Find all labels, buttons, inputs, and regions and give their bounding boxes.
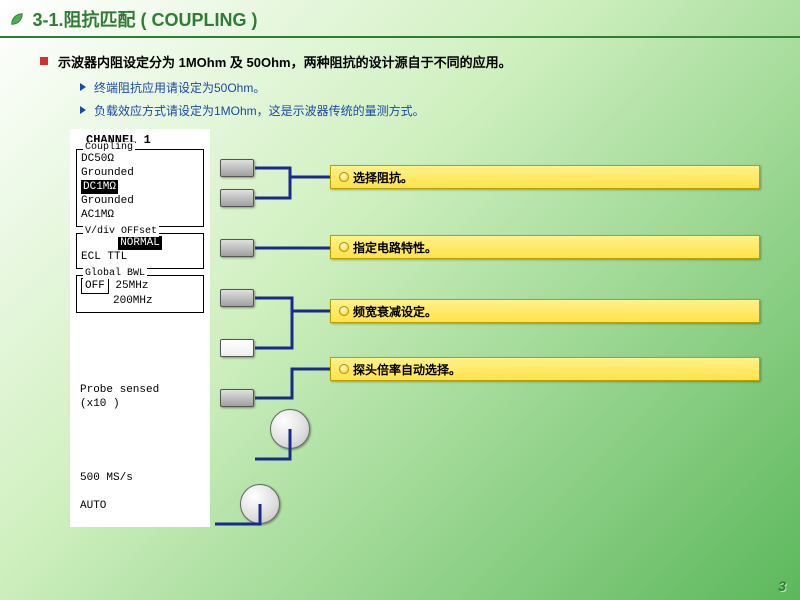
softkey-button[interactable]	[220, 289, 254, 307]
title-bar: 3-1.阻抗匹配 ( COUPLING )	[0, 0, 800, 38]
bwl-label: Global BWL	[83, 268, 147, 279]
probe-label-2: (x10 )	[80, 397, 210, 411]
softkey-button[interactable]	[220, 159, 254, 177]
sub-bullet-text: 负载效应方式请设定为1MOhm，这是示波器传统的量测方式。	[94, 102, 425, 119]
bwl-group: Global BWL OFF 25MHz 200MHz	[76, 275, 204, 313]
softkey-button[interactable]	[220, 389, 254, 407]
bwl-line1: OFF 25MHz	[81, 278, 199, 294]
sub-bullet-text: 终端阻抗应用请设定为50Ohm。	[94, 79, 265, 96]
coupling-opt: Grounded	[81, 166, 199, 180]
vdiv-label: V/div OFFset	[83, 226, 159, 237]
mode-label: AUTO	[80, 499, 210, 513]
dot-icon	[339, 306, 349, 316]
rotary-knob[interactable]	[240, 484, 280, 524]
rate-label: 500 MS/s	[80, 471, 210, 485]
desc-bar-bandwidth: 频宽衰减设定。	[330, 299, 760, 323]
content-area: 示波器内阻设定分为 1MOhm 及 50Ohm，两种阻抗的设计源自于不同的应用。…	[0, 38, 800, 559]
coupling-label: Coupling	[83, 142, 135, 153]
arrow-bullet-icon	[80, 106, 86, 114]
coupling-opt: Grounded	[81, 194, 199, 208]
bar-text: 指定电路特性。	[353, 239, 437, 256]
main-bullet-text: 示波器内阻设定分为 1MOhm 及 50Ohm，两种阻抗的设计源自于不同的应用。	[58, 52, 512, 71]
bar-text: 探头倍率自动选择。	[353, 361, 461, 378]
dot-icon	[339, 242, 349, 252]
dot-icon	[339, 172, 349, 182]
bwl-line2: 200MHz	[81, 294, 199, 308]
coupling-opt: AC1MΩ	[81, 208, 199, 222]
coupling-opt: DC50Ω	[81, 152, 199, 166]
softkey-button[interactable]	[220, 339, 254, 357]
bar-text: 频宽衰减设定。	[353, 303, 437, 320]
dot-icon	[339, 364, 349, 374]
desc-bar-probe: 探头倍率自动选择。	[330, 357, 760, 381]
oscilloscope-panel: CHANNEL 1 Coupling DC50Ω Grounded DC1MΩ …	[70, 129, 210, 527]
arrow-bullet-icon	[80, 83, 86, 91]
vdiv-items: ECL TTL	[81, 250, 199, 264]
main-bullet: 示波器内阻设定分为 1MOhm 及 50Ohm，两种阻抗的设计源自于不同的应用。	[40, 52, 780, 71]
square-bullet-icon	[40, 57, 48, 65]
sub-bullet-1: 终端阻抗应用请设定为50Ohm。	[80, 79, 780, 96]
page-number: 3	[778, 578, 786, 594]
panel-lower: Probe sensed (x10 ) 500 MS/s AUTO	[70, 353, 210, 513]
bar-text: 选择阻抗。	[353, 169, 413, 186]
sub-bullet-2: 负载效应方式请设定为1MOhm，这是示波器传统的量测方式。	[80, 102, 780, 119]
desc-bar-circuit: 指定电路特性。	[330, 235, 760, 259]
coupling-opt-selected: DC1MΩ	[81, 180, 199, 194]
softkey-button[interactable]	[220, 239, 254, 257]
diagram-area: CHANNEL 1 Coupling DC50Ω Grounded DC1MΩ …	[40, 129, 780, 549]
vdiv-group: V/div OFFset NORMAL ECL TTL	[76, 233, 204, 269]
page-title: 3-1.阻抗匹配 ( COUPLING )	[32, 10, 257, 30]
softkey-button[interactable]	[220, 189, 254, 207]
vdiv-normal: NORMAL	[81, 236, 199, 250]
leaf-icon	[10, 12, 24, 26]
probe-label-1: Probe sensed	[80, 383, 210, 397]
desc-bar-impedance: 选择阻抗。	[330, 165, 760, 189]
rotary-knob[interactable]	[270, 409, 310, 449]
coupling-group: Coupling DC50Ω Grounded DC1MΩ Grounded A…	[76, 149, 204, 227]
